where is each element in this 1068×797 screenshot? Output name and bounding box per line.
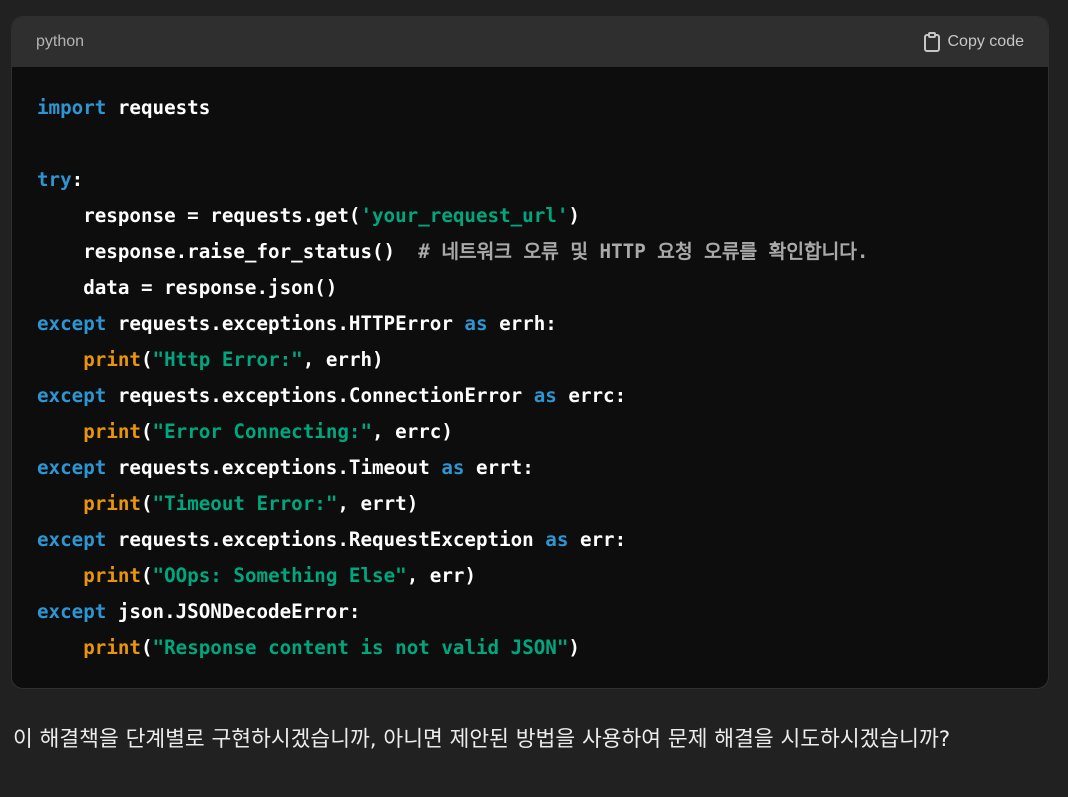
builtin-token: print bbox=[83, 492, 141, 515]
code-text-token: ) bbox=[568, 636, 580, 659]
keyword-token: except bbox=[37, 312, 107, 335]
code-line: except requests.exceptions.Timeout as er… bbox=[37, 450, 869, 486]
code-line: print("OOps: Something Else", err) bbox=[37, 558, 869, 594]
copy-code-button[interactable]: Copy code bbox=[922, 31, 1025, 53]
code-text-token: ( bbox=[140, 420, 153, 443]
code-text-token: err: bbox=[568, 528, 627, 551]
code-line: except requests.exceptions.ConnectionErr… bbox=[37, 378, 869, 414]
assistant-message: 이 해결책을 단계별로 구현하시겠습니까, 아니면 제안된 방법을 사용하여 문… bbox=[13, 727, 951, 752]
clipboard-icon bbox=[922, 31, 942, 53]
code-line: try: bbox=[37, 162, 869, 198]
code-language-label: python bbox=[36, 33, 85, 50]
code-text-token: response.raise_for_status() bbox=[37, 240, 419, 263]
keyword-token: as bbox=[464, 312, 488, 335]
code-line: except json.JSONDecodeError: bbox=[37, 594, 869, 630]
code-text-token: ( bbox=[140, 492, 153, 515]
string-token: "Error Connecting:" bbox=[152, 420, 373, 443]
code-line: print("Timeout Error:", errt) bbox=[37, 486, 869, 522]
keyword-token: except bbox=[37, 456, 107, 479]
code-text-token: requests.exceptions.ConnectionError bbox=[106, 384, 534, 407]
string-token: "Timeout Error:" bbox=[152, 492, 338, 515]
code-line: except requests.exceptions.RequestExcept… bbox=[37, 522, 869, 558]
code-line: print("Error Connecting:", errc) bbox=[37, 414, 869, 450]
code-text-token: errt: bbox=[464, 456, 534, 479]
code-text-token: requests bbox=[106, 96, 211, 119]
copy-code-label: Copy code bbox=[947, 33, 1025, 50]
code-line: response.raise_for_status() # 네트워크 오류 및 … bbox=[37, 234, 869, 270]
code-text-token: ( bbox=[140, 564, 153, 587]
code-text-token: response = requests.get( bbox=[37, 204, 361, 227]
keyword-token: except bbox=[37, 600, 107, 623]
code-text-token: , errt) bbox=[337, 492, 419, 515]
code-content[interactable]: import requests try: response = requests… bbox=[37, 90, 869, 666]
code-text-token: , err) bbox=[406, 564, 477, 587]
builtin-token: print bbox=[83, 420, 141, 443]
code-text-token: requests.exceptions.RequestException bbox=[106, 528, 546, 551]
code-text-token: ( bbox=[140, 348, 153, 371]
code-line: except requests.exceptions.HTTPError as … bbox=[37, 306, 869, 342]
code-line: response = requests.get('your_request_ur… bbox=[37, 198, 869, 234]
string-token: "Response content is not valid JSON" bbox=[152, 636, 569, 659]
string-token: 'your_request_url' bbox=[360, 204, 569, 227]
code-text-token: : bbox=[71, 168, 84, 191]
code-text-token: data = response.json() bbox=[37, 276, 338, 299]
code-text-token: , errh) bbox=[302, 348, 384, 371]
keyword-token: except bbox=[37, 528, 107, 551]
keyword-token: as bbox=[441, 456, 465, 479]
code-text-token: ) bbox=[568, 204, 580, 227]
code-text-token: json.JSONDecodeError: bbox=[106, 600, 361, 623]
comment-token: # 네트워크 오류 및 HTTP 요청 오류를 확인합니다. bbox=[418, 240, 869, 263]
code-text-token: errh: bbox=[487, 312, 557, 335]
code-text-token: ( bbox=[140, 636, 153, 659]
code-line: print("Http Error:", errh) bbox=[37, 342, 869, 378]
string-token: "Http Error:" bbox=[152, 348, 303, 371]
builtin-token: print bbox=[83, 564, 141, 587]
keyword-token: as bbox=[533, 384, 557, 407]
keyword-token: except bbox=[37, 384, 107, 407]
code-text-token: requests.exceptions.HTTPError bbox=[106, 312, 465, 335]
code-header: python Copy code bbox=[12, 17, 1048, 67]
keyword-token: import bbox=[37, 96, 107, 119]
code-text-token: , errc) bbox=[372, 420, 453, 443]
code-line: data = response.json() bbox=[37, 270, 869, 306]
chat-page: python Copy code import requests try: re… bbox=[0, 0, 1068, 797]
builtin-token: print bbox=[83, 348, 141, 371]
string-token: "OOps: Something Else" bbox=[152, 564, 407, 587]
builtin-token: print bbox=[83, 636, 141, 659]
code-text-token: errc: bbox=[556, 384, 627, 407]
code-line: print("Response content is not valid JSO… bbox=[37, 630, 869, 666]
code-text-token: requests.exceptions.Timeout bbox=[106, 456, 442, 479]
code-line: import requests bbox=[37, 90, 869, 126]
keyword-token: as bbox=[545, 528, 569, 551]
keyword-token: try bbox=[37, 168, 72, 191]
code-block: python Copy code import requests try: re… bbox=[11, 16, 1049, 689]
